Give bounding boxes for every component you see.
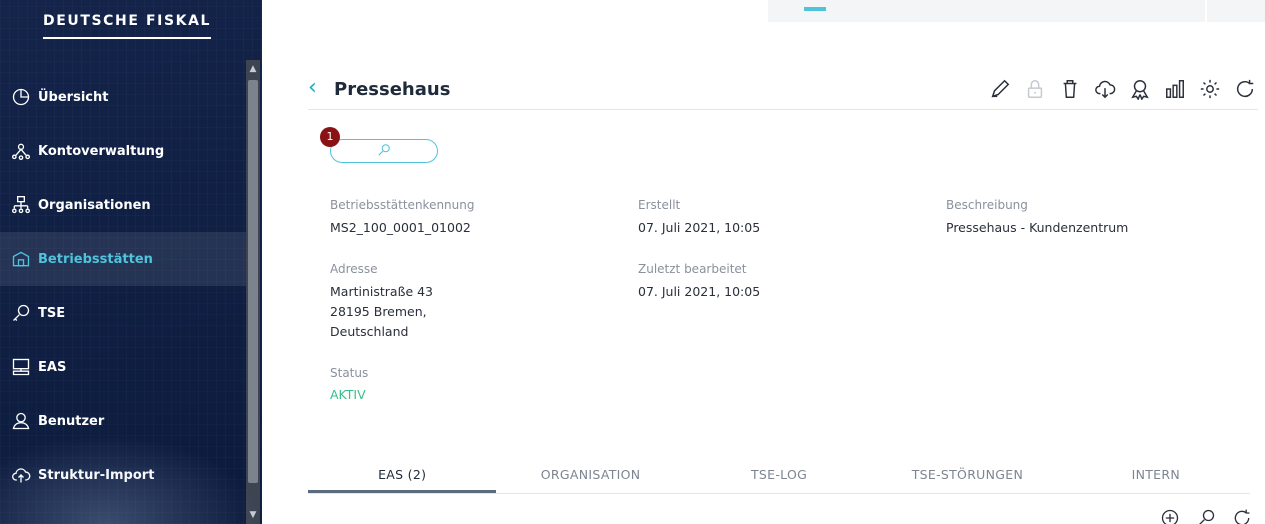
betriebsstaettenkennung-value: MS2_100_0001_01002 — [330, 220, 471, 235]
notification-badge: 1 — [320, 127, 340, 147]
key-icon — [10, 302, 32, 324]
sidebar-item-tse[interactable]: TSE — [0, 286, 246, 340]
tab-tse-stoerungen[interactable]: TSE-STÖRUNGEN — [873, 462, 1061, 493]
top-bar-divider — [1205, 0, 1207, 22]
users-icon — [10, 410, 32, 432]
sidebar-item-label: EAS — [38, 359, 67, 375]
adresse-line2: 28195 Bremen, — [330, 304, 427, 319]
sidebar-item-uebersicht[interactable]: Übersicht — [0, 70, 246, 124]
refresh-icon[interactable] — [1229, 505, 1255, 524]
tab-intern[interactable]: INTERN — [1062, 462, 1250, 493]
sidebar-scrollbar[interactable]: ▲ ▼ — [246, 60, 260, 524]
page-header: ‹ Pressehaus — [308, 74, 1258, 110]
clock-pie-icon — [10, 86, 32, 108]
list-toolbar — [1157, 505, 1255, 524]
sidebar-item-eas[interactable]: EAS — [0, 340, 246, 394]
tab-tse-log[interactable]: TSE-LOG — [685, 462, 873, 493]
sidebar-nav: Übersicht Kontoverwaltung Organisationen… — [0, 70, 246, 502]
zuletzt-value: 07. Juli 2021, 10:05 — [638, 284, 761, 299]
lock-icon[interactable] — [1022, 76, 1048, 102]
status-value: AKTIV — [330, 387, 366, 402]
network-person-icon — [10, 140, 32, 162]
sidebar-item-label: Benutzer — [38, 413, 105, 429]
add-circle-icon[interactable] — [1157, 505, 1183, 524]
tab-eas[interactable]: EAS (2) — [308, 462, 497, 493]
zuletzt-label: Zuletzt bearbeitet — [638, 262, 747, 276]
adresse-line1: Martinistraße 43 — [330, 284, 434, 299]
sidebar-item-kontoverwaltung[interactable]: Kontoverwaltung — [0, 124, 246, 178]
adresse-label: Adresse — [330, 262, 378, 276]
certificate-icon[interactable] — [1127, 76, 1153, 102]
sidebar-item-struktur-import[interactable]: Struktur-Import — [0, 448, 246, 502]
betriebsstaettenkennung-label: Betriebsstättenkennung — [330, 198, 475, 212]
sidebar-item-label: Organisationen — [38, 197, 151, 213]
scroll-up-icon[interactable]: ▲ — [246, 62, 260, 76]
top-bar-accent — [804, 7, 826, 11]
brand-logo[interactable]: DEUTSCHE FISKAL — [43, 13, 211, 29]
building-icon — [10, 248, 32, 270]
monitor-icon — [10, 356, 32, 378]
status-label: Status — [330, 366, 369, 380]
brand-underline — [43, 37, 211, 39]
beschreibung-value: Pressehaus - Kundenzentrum — [946, 220, 1129, 235]
org-chart-icon — [10, 194, 32, 216]
erstellt-value: 07. Juli 2021, 10:05 — [638, 220, 761, 235]
sidebar-item-label: TSE — [38, 305, 66, 321]
edit-icon[interactable] — [987, 76, 1013, 102]
sidebar-item-label: Betriebsstätten — [38, 251, 153, 267]
scroll-down-icon[interactable]: ▼ — [246, 508, 260, 522]
page-title: Pressehaus — [334, 79, 451, 100]
sidebar-item-label: Kontoverwaltung — [38, 143, 165, 159]
beschreibung-label: Beschreibung — [946, 198, 1028, 212]
key-icon — [377, 142, 391, 161]
header-toolbar — [987, 76, 1258, 102]
chevron-left-icon[interactable]: ‹ — [308, 76, 317, 100]
trash-icon[interactable] — [1057, 76, 1083, 102]
erstellt-label: Erstellt — [638, 198, 681, 212]
settings-icon[interactable] — [1197, 76, 1223, 102]
refresh-icon[interactable] — [1232, 76, 1258, 102]
tse-filter-pill[interactable] — [330, 139, 438, 163]
cloud-upload-icon — [10, 464, 32, 486]
sidebar: DEUTSCHE FISKAL Übersicht Kontoverwaltun… — [0, 0, 262, 524]
top-bar — [768, 0, 1265, 22]
sidebar-item-betriebsstaetten[interactable]: Betriebsstätten — [0, 232, 246, 286]
search-icon[interactable] — [1193, 505, 1219, 524]
detail-tabs: EAS (2) ORGANISATION TSE-LOG TSE-STÖRUNG… — [308, 462, 1250, 494]
bar-chart-icon[interactable] — [1162, 76, 1188, 102]
sidebar-item-label: Struktur-Import — [38, 467, 155, 483]
sidebar-item-organisationen[interactable]: Organisationen — [0, 178, 246, 232]
scroll-thumb[interactable] — [248, 80, 258, 483]
adresse-line3: Deutschland — [330, 324, 409, 339]
sidebar-item-label: Übersicht — [38, 89, 109, 105]
sidebar-item-benutzer[interactable]: Benutzer — [0, 394, 246, 448]
cloud-download-icon[interactable] — [1092, 76, 1118, 102]
tab-organisation[interactable]: ORGANISATION — [496, 462, 684, 493]
